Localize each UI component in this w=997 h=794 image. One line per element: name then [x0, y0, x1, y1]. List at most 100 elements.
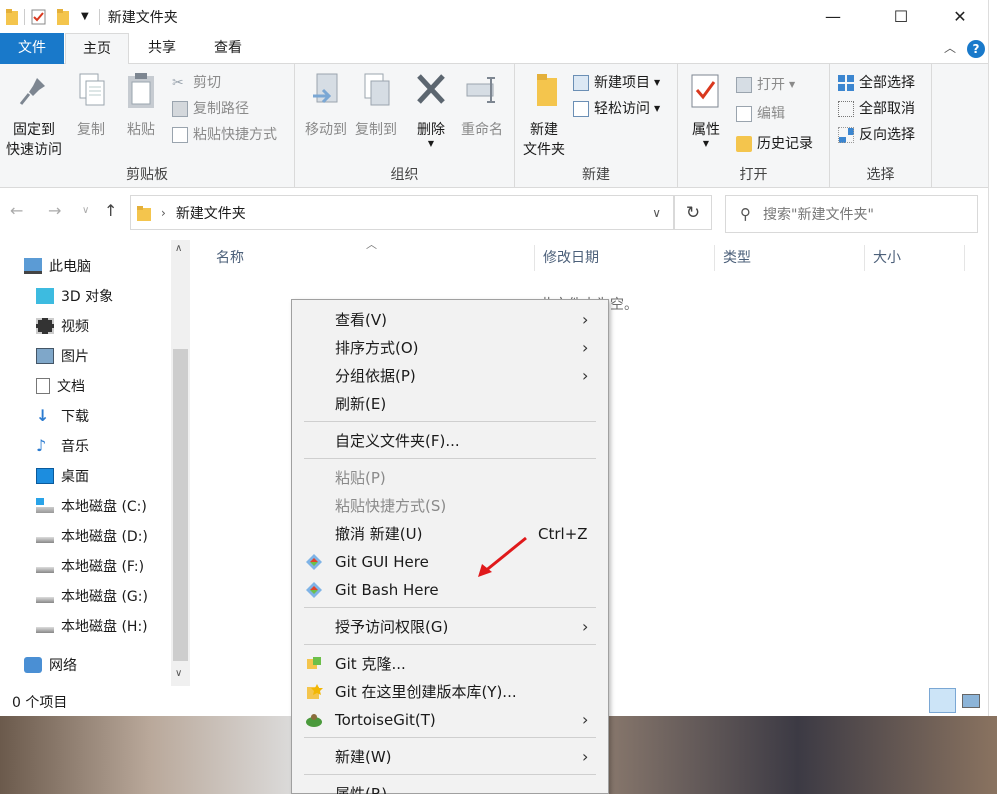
- address-bar[interactable]: › 新建文件夹 ∨: [130, 195, 674, 230]
- nav-item-pictures[interactable]: 图片: [36, 341, 89, 371]
- select-group: 全部选择 全部取消 反向选择 选择: [830, 64, 932, 188]
- minimize-button[interactable]: —: [810, 0, 856, 32]
- breadcrumb-path[interactable]: 新建文件夹: [176, 203, 246, 223]
- move-to-button[interactable]: 移动到: [300, 72, 352, 140]
- copy-to-button[interactable]: 复制到: [350, 72, 402, 140]
- easy-access-dropdown-icon[interactable]: ▼: [654, 97, 660, 121]
- menu-item-grant-access[interactable]: 授予访问权限(G) ›: [292, 613, 608, 641]
- cut-button[interactable]: ✂ 剪切: [172, 71, 221, 95]
- paste-shortcut-icon: [172, 127, 188, 143]
- search-input[interactable]: ⚲ 搜索"新建文件夹": [725, 195, 978, 233]
- window-title: 新建文件夹: [107, 9, 178, 26]
- column-header-type[interactable]: 类型: [715, 245, 865, 271]
- nav-item-drive-f[interactable]: 本地磁盘 (F:): [36, 551, 144, 581]
- menu-item-undo-new[interactable]: 撤消 新建(U) Ctrl+Z: [292, 520, 608, 548]
- scroll-up-icon[interactable]: ∧: [175, 243, 182, 254]
- copy-button[interactable]: 复制: [70, 72, 112, 140]
- nav-item-3d-objects[interactable]: 3D 对象: [36, 281, 113, 311]
- tab-share[interactable]: 共享: [132, 33, 192, 64]
- open-button[interactable]: 打开 ▼: [736, 73, 795, 97]
- new-item-icon: [573, 75, 589, 91]
- help-icon[interactable]: ?: [967, 40, 985, 58]
- edit-button[interactable]: 编辑: [736, 102, 785, 126]
- menu-item-git-bash[interactable]: Git Bash Here: [292, 576, 608, 604]
- nav-item-videos[interactable]: 视频: [36, 311, 89, 341]
- menu-item-label: 排序方式(O): [335, 339, 419, 357]
- nav-item-drive-d[interactable]: 本地磁盘 (D:): [36, 521, 148, 551]
- quick-access-dropdown-icon[interactable]: ▼: [81, 11, 89, 22]
- forward-arrow-icon[interactable]: →: [48, 201, 61, 220]
- select-all-button[interactable]: 全部选择: [838, 71, 915, 95]
- nav-item-network[interactable]: 网络: [24, 650, 77, 680]
- rename-button[interactable]: 重命名: [455, 72, 509, 140]
- new-folder-quick-icon[interactable]: [57, 8, 69, 25]
- menu-item-properties[interactable]: 属性(R): [292, 780, 608, 794]
- menu-item-git-create-repo[interactable]: Git 在这里创建版本库(Y)...: [292, 678, 608, 706]
- column-header-name[interactable]: 名称: [208, 245, 535, 271]
- menu-item-sort-by[interactable]: 排序方式(O) ›: [292, 334, 608, 362]
- menu-item-paste[interactable]: 粘贴(P): [292, 464, 608, 492]
- properties-dropdown-icon[interactable]: ▼: [684, 140, 728, 148]
- invert-selection-button[interactable]: 反向选择: [838, 123, 915, 147]
- column-header-size[interactable]: 大小: [865, 245, 965, 271]
- menu-item-customize-folder[interactable]: 自定义文件夹(F)...: [292, 427, 608, 455]
- paste-button[interactable]: 粘贴: [120, 72, 162, 140]
- properties-button[interactable]: 属性 ▼: [684, 72, 728, 148]
- cube-icon: [36, 288, 54, 304]
- tab-view[interactable]: 查看: [196, 33, 260, 64]
- delete-button[interactable]: 删除 ▼: [411, 72, 451, 148]
- collapse-ribbon-icon[interactable]: ︿: [944, 39, 956, 56]
- menu-item-tortoisegit[interactable]: TortoiseGit(T) ›: [292, 706, 608, 734]
- music-note-icon: ♪: [36, 436, 47, 455]
- copy-path-button[interactable]: 复制路径: [172, 97, 249, 121]
- menu-item-paste-shortcut[interactable]: 粘贴快捷方式(S): [292, 492, 608, 520]
- recent-locations-icon[interactable]: ∨: [82, 205, 89, 216]
- maximize-button[interactable]: ☐: [878, 0, 924, 32]
- menu-item-group-by[interactable]: 分组依据(P) ›: [292, 362, 608, 390]
- menu-item-label: TortoiseGit(T): [335, 711, 436, 729]
- menu-separator: [304, 607, 596, 608]
- open-dropdown-icon[interactable]: ▼: [789, 73, 795, 97]
- menu-item-git-gui[interactable]: Git GUI Here: [292, 548, 608, 576]
- nav-item-music[interactable]: ♪ 音乐: [36, 431, 89, 461]
- nav-item-documents[interactable]: 文档: [36, 371, 85, 401]
- delete-dropdown-icon[interactable]: ▼: [411, 140, 451, 148]
- nav-item-desktop[interactable]: 桌面: [36, 461, 89, 491]
- tab-file[interactable]: 文件: [0, 33, 64, 64]
- refresh-button[interactable]: ↻: [674, 195, 712, 230]
- menu-item-new[interactable]: 新建(W) ›: [292, 743, 608, 771]
- scroll-down-icon[interactable]: ∨: [175, 668, 182, 679]
- new-item-dropdown-icon[interactable]: ▼: [654, 71, 660, 95]
- easy-access-button[interactable]: 轻松访问 ▼: [573, 97, 660, 121]
- nav-item-downloads[interactable]: ↓ 下载: [36, 401, 89, 431]
- paste-shortcut-button[interactable]: 粘贴快捷方式: [172, 123, 277, 147]
- back-arrow-icon[interactable]: ←: [10, 201, 23, 220]
- nav-item-drive-c[interactable]: 本地磁盘 (C:): [36, 491, 147, 521]
- close-button[interactable]: ✕: [937, 0, 983, 32]
- menu-item-view[interactable]: 查看(V) ›: [292, 306, 608, 334]
- nav-item-drive-h[interactable]: 本地磁盘 (H:): [36, 611, 148, 641]
- computer-icon: [24, 258, 42, 274]
- menu-item-label: 粘贴(P): [335, 469, 386, 487]
- up-arrow-icon[interactable]: ↑: [104, 201, 117, 220]
- ribbon: 固定到 快速访问 复制 粘贴 ✂ 剪切 复制路径 粘贴快捷方式 剪贴板 移动到: [0, 64, 997, 188]
- new-item-button[interactable]: 新建项目 ▼: [573, 71, 660, 95]
- new-folder-button[interactable]: 新建 文件夹: [519, 72, 569, 160]
- nav-item-this-pc[interactable]: 此电脑: [24, 251, 91, 281]
- address-dropdown-icon[interactable]: ∨: [652, 206, 661, 220]
- nav-item-label: 文档: [57, 379, 85, 395]
- menu-item-refresh[interactable]: 刷新(E): [292, 390, 608, 418]
- details-view-icon[interactable]: [929, 688, 956, 713]
- pin-quick-access-button[interactable]: 固定到 快速访问: [2, 72, 66, 160]
- column-header-date[interactable]: 修改日期: [535, 245, 715, 271]
- history-button[interactable]: 历史记录: [736, 132, 813, 156]
- large-icons-view-icon[interactable]: [962, 694, 980, 708]
- nav-scrollbar-thumb[interactable]: [173, 349, 188, 661]
- menu-separator: [304, 774, 596, 775]
- nav-item-drive-g[interactable]: 本地磁盘 (G:): [36, 581, 148, 611]
- drive-icon: [36, 588, 54, 604]
- menu-item-git-clone[interactable]: Git 克隆...: [292, 650, 608, 678]
- properties-quick-icon[interactable]: [31, 9, 47, 25]
- tab-home[interactable]: 主页: [65, 33, 129, 65]
- select-none-button[interactable]: 全部取消: [838, 97, 915, 121]
